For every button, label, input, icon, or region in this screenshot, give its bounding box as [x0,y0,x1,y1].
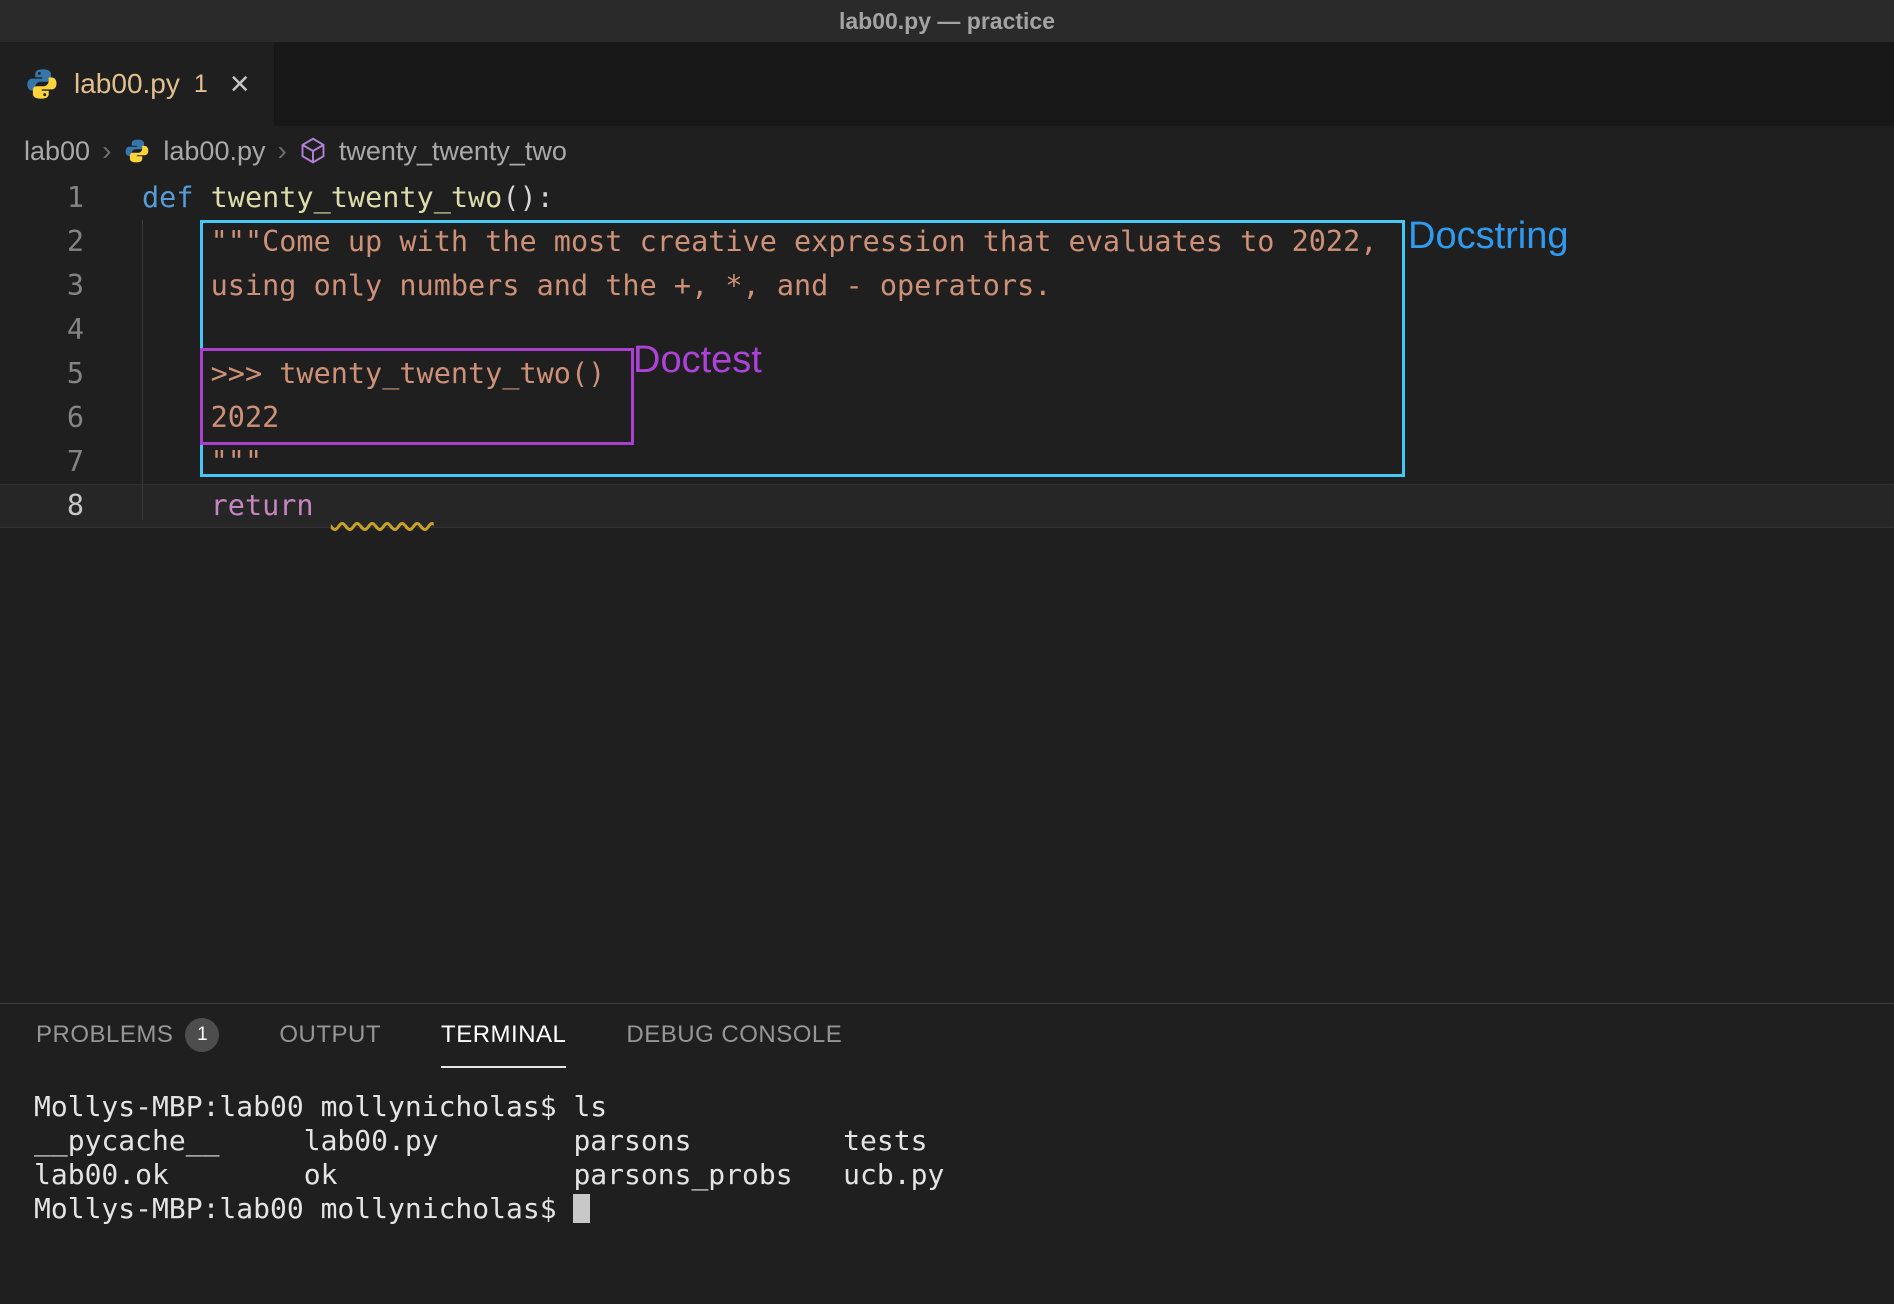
panel-tab-label: DEBUG CONSOLE [626,1021,842,1049]
terminal-line: Mollys-MBP:lab00 mollynicholas$ [34,1192,1894,1226]
window-title: lab00.py — practice [839,8,1055,35]
code-line-text: >>> twenty_twenty_two() [84,352,605,396]
line-number: 5 [0,352,84,396]
code-line-text: using only numbers and the +, *, and - o… [84,264,1051,308]
breadcrumb: lab00 › lab00.py › twenty_twenty_two [0,126,1894,176]
problems-count-badge: 1 [185,1018,219,1052]
terminal-line: __pycache__ lab00.py parsons tests [34,1124,1894,1158]
python-icon [123,137,151,165]
code-line-2[interactable]: 2 """Come up with the most creative expr… [0,220,1894,264]
code-line-1[interactable]: 1def twenty_twenty_two(): [0,176,1894,220]
line-number: 1 [0,176,84,220]
code-line-7[interactable]: 7 """ [0,440,1894,484]
code-line-6[interactable]: 6 2022 [0,396,1894,440]
panel-tab-label: TERMINAL [441,1021,566,1049]
line-number: 6 [0,396,84,440]
terminal-output[interactable]: Mollys-MBP:lab00 mollynicholas$ ls__pyca… [0,1068,1894,1226]
tab-problem-badge: 1 [194,70,208,99]
tab-problems[interactable]: PROBLEMS 1 [36,1004,219,1068]
code-line-text: 2022 [84,396,279,440]
code-line-text: """Come up with the most creative expres… [84,220,1377,264]
panel-tab-label: PROBLEMS [36,1021,173,1049]
code-line-4[interactable]: 4 [0,308,1894,352]
code-line-text: return [84,485,434,527]
line-number: 3 [0,264,84,308]
code-lines: 1def twenty_twenty_two():2 """Come up wi… [0,176,1894,528]
line-number: 4 [0,308,84,352]
tab-lab00py[interactable]: lab00.py 1 × [0,42,275,126]
tab-label: lab00.py [74,68,180,100]
panel-tabbar: PROBLEMS 1 OUTPUT TERMINAL DEBUG CONSOLE [0,1004,1894,1068]
symbol-cube-icon [299,137,327,165]
code-line-5[interactable]: 5 >>> twenty_twenty_two() [0,352,1894,396]
code-line-8[interactable]: 8 return [0,484,1894,528]
line-number: 8 [0,485,84,527]
close-icon[interactable]: × [230,67,250,101]
code-line-text: """ [84,440,262,484]
chevron-right-icon: › [102,135,111,167]
code-line-3[interactable]: 3 using only numbers and the +, *, and -… [0,264,1894,308]
code-line-text: def twenty_twenty_two(): [84,176,554,220]
breadcrumb-file[interactable]: lab00.py [163,136,265,167]
breadcrumb-symbol[interactable]: twenty_twenty_two [339,136,567,167]
code-editor[interactable]: 1def twenty_twenty_two():2 """Come up wi… [0,176,1894,1003]
terminal-line: lab00.ok ok parsons_probs ucb.py [34,1158,1894,1192]
line-number: 7 [0,440,84,484]
panel-tab-label: OUTPUT [279,1021,381,1049]
tab-debug-console[interactable]: DEBUG CONSOLE [626,1004,842,1068]
code-line-text [84,308,142,352]
editor-tabbar: lab00.py 1 × [0,42,1894,126]
chevron-right-icon: › [278,135,287,167]
line-number: 2 [0,220,84,264]
vscode-window: lab00.py — practice lab00.py 1 × lab00 ›… [0,0,1894,1304]
bottom-panel: PROBLEMS 1 OUTPUT TERMINAL DEBUG CONSOLE… [0,1003,1894,1304]
terminal-cursor [573,1194,590,1223]
titlebar: lab00.py — practice [0,0,1894,42]
tab-terminal[interactable]: TERMINAL [441,1004,566,1068]
python-icon [24,66,60,102]
terminal-line: Mollys-MBP:lab00 mollynicholas$ ls [34,1090,1894,1124]
tab-output[interactable]: OUTPUT [279,1004,381,1068]
breadcrumb-folder[interactable]: lab00 [24,136,90,167]
